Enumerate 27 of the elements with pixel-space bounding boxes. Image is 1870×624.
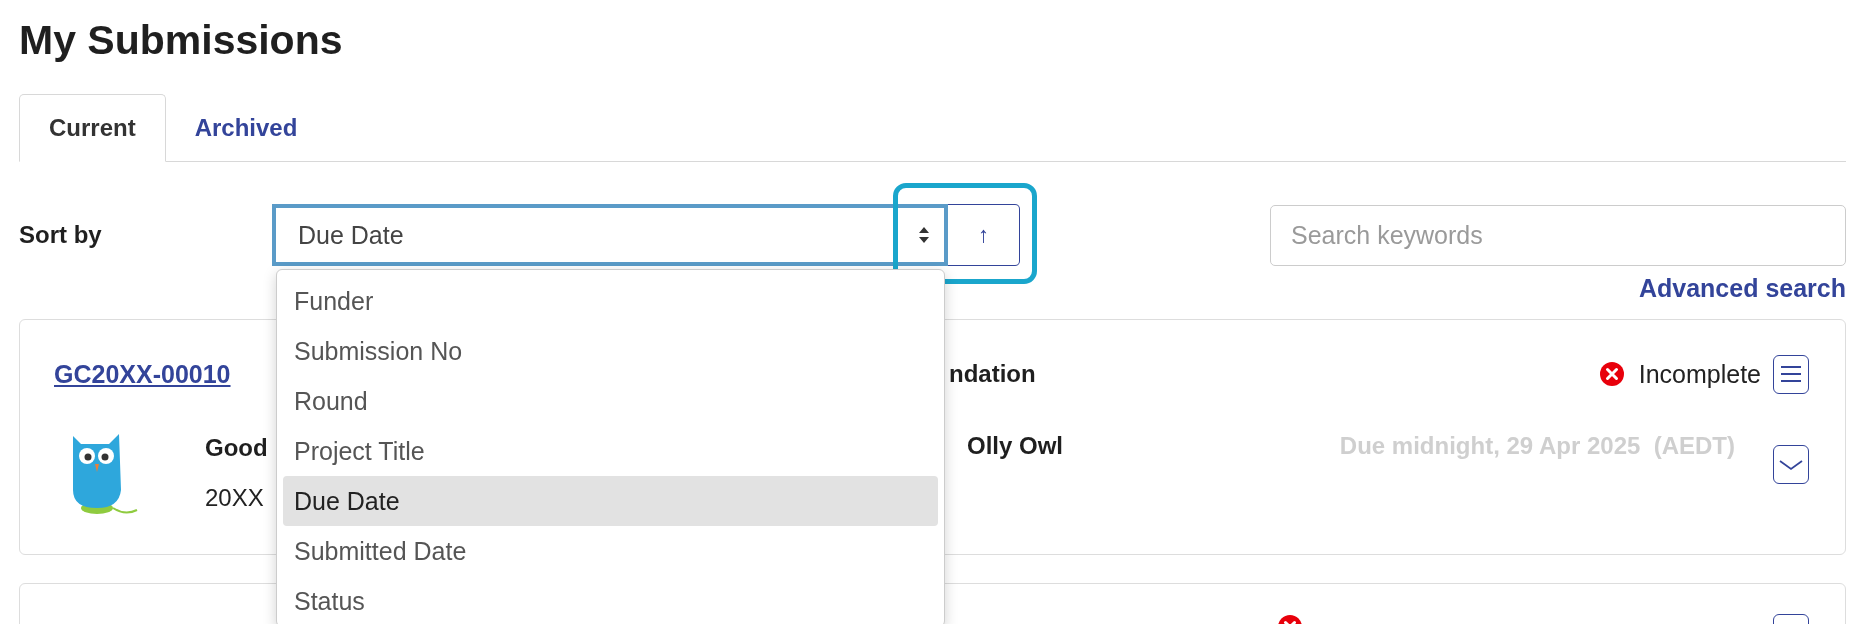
menu-icon [1779,363,1803,385]
tab[interactable]: Archived [165,94,327,161]
round-text: 20XX [205,483,265,513]
dropdown-option[interactable]: Submitted Date [283,526,938,576]
dropdown-option[interactable]: Round [283,376,938,426]
expand-button[interactable] [1773,445,1809,484]
sort-select[interactable]: Due Date [272,204,948,266]
search-field[interactable]: Search keywords [1270,204,1846,266]
dropdown-option[interactable]: Project Title [283,426,938,476]
error-icon [1598,361,1625,387]
status-text: Incomplete [1638,359,1761,389]
advanced-search-link[interactable]: Advanced search [1638,274,1846,302]
sort-arrows-icon [918,226,930,244]
dropdown-option[interactable]: Status [283,576,938,624]
dropdown-option[interactable]: Submission No [283,326,938,376]
project-title: Good [205,433,268,463]
dropdown-option[interactable]: Due Date [283,476,938,526]
dropdown-option[interactable]: Funder [283,276,938,326]
funder-name: ndation [949,359,1037,389]
page-title: My Submissions [19,16,343,65]
chevron-down-icon [1778,457,1804,472]
menu-button[interactable] [1773,354,1809,394]
submission-link[interactable]: GC20XX-00010 [54,356,231,392]
applicant-name: Olly Owl [967,431,1064,461]
tab[interactable]: Current [19,94,166,162]
sort-direction-button[interactable]: ↑ [948,204,1020,266]
sort-label: Sort by [19,221,103,249]
